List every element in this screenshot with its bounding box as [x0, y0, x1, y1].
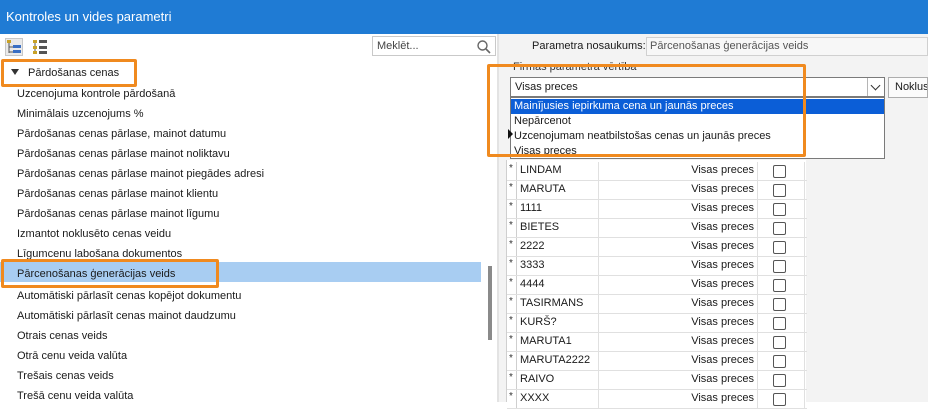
window-title: Kontroles un vides parametri: [0, 0, 928, 34]
row-selector[interactable]: *: [507, 333, 517, 351]
table-row[interactable]: * 2222 Visas preces: [507, 238, 807, 257]
tree-item[interactable]: Trešais cenas veids: [17, 366, 114, 386]
tree-item[interactable]: Trešā cenu veida valūta: [17, 386, 133, 406]
table-row[interactable]: * 3333 Visas preces: [507, 257, 807, 276]
tree-item[interactable]: Automātiski pārlasīt cenas kopējot dokum…: [17, 286, 241, 306]
row-checkbox[interactable]: [773, 260, 786, 273]
table-row[interactable]: * MARUTA1 Visas preces: [507, 333, 807, 352]
tree-expand-icon[interactable]: [5, 38, 23, 56]
table-row[interactable]: * MARUTA2222 Visas preces: [507, 352, 807, 371]
tree-item[interactable]: Otrā cenu veida valūta: [17, 346, 127, 366]
row-value: Visas preces: [691, 259, 754, 271]
tree-scrollbar-thumb[interactable]: [488, 266, 492, 340]
row-value: Visas preces: [691, 297, 754, 309]
row-name: MARUTA2222: [520, 354, 591, 366]
param-name-label: Parametra nosaukums:: [532, 40, 646, 52]
table-row[interactable]: * 1111 Visas preces: [507, 200, 807, 219]
row-selector[interactable]: *: [507, 314, 517, 332]
row-value: Visas preces: [691, 335, 754, 347]
row-name: BIETES: [520, 221, 560, 233]
row-value: Visas preces: [691, 202, 754, 214]
row-value: Visas preces: [691, 373, 754, 385]
tree-item[interactable]: Otrais cenas veids: [17, 326, 107, 346]
row-selector[interactable]: *: [507, 162, 517, 180]
row-checkbox[interactable]: [773, 222, 786, 235]
tree-item[interactable]: Pārdošanas cenas pārlase mainot klientu: [17, 184, 218, 204]
row-checkbox[interactable]: [773, 279, 786, 292]
row-selector[interactable]: *: [507, 276, 517, 294]
annotation-box-selected-item: [1, 259, 219, 288]
row-checkbox[interactable]: [773, 298, 786, 311]
row-checkbox[interactable]: [773, 241, 786, 254]
row-selector[interactable]: *: [507, 371, 517, 389]
row-value: Visas preces: [691, 183, 754, 195]
row-selector[interactable]: *: [507, 219, 517, 237]
company-values-grid: * LINDAM Visas preces * MARUTA Visas preces …: [506, 160, 807, 409]
tree-collapse-icon[interactable]: [31, 38, 49, 56]
row-selector[interactable]: *: [507, 238, 517, 256]
param-name-field: Pārcenošanas ģenerācijas veids: [646, 37, 928, 56]
tree-item[interactable]: Automātiski pārlasīt cenas mainot daudzu…: [17, 306, 236, 326]
row-selector[interactable]: *: [507, 352, 517, 370]
row-value: Visas preces: [691, 354, 754, 366]
tree-item[interactable]: Minimālais uzcenojums %: [17, 104, 144, 124]
tree-item[interactable]: Pārdošanas cenas pārlase mainot noliktav…: [17, 144, 230, 164]
table-row[interactable]: * RAIVO Visas preces: [507, 371, 807, 390]
search-input[interactable]: Meklēt...: [372, 36, 496, 56]
row-selector[interactable]: *: [507, 257, 517, 275]
table-row[interactable]: * XXXX Visas preces: [507, 390, 807, 409]
chevron-down-icon: [870, 80, 881, 91]
row-name: KURŠ?: [520, 316, 557, 328]
row-name: 1111: [520, 202, 543, 214]
row-checkbox[interactable]: [773, 336, 786, 349]
row-checkbox[interactable]: [773, 165, 786, 178]
table-row[interactable]: * LINDAM Visas preces: [507, 162, 807, 181]
table-row[interactable]: * BIETES Visas preces: [507, 219, 807, 238]
row-name: TASIRMANS: [520, 297, 584, 309]
tree-item[interactable]: Pārdošanas cenas pārlase, mainot datumu: [17, 124, 226, 144]
row-name: 4444: [520, 278, 545, 290]
row-name: LINDAM: [520, 164, 562, 176]
row-name: MARUTA1: [520, 335, 572, 347]
row-checkbox[interactable]: [773, 355, 786, 368]
row-value: Visas preces: [691, 240, 754, 252]
annotation-box-dropdown: [487, 64, 806, 157]
row-checkbox[interactable]: [773, 393, 786, 406]
tree-item[interactable]: Izmantot noklusēto cenas veidu: [17, 224, 171, 244]
row-name: 3333: [520, 259, 545, 271]
row-value: Visas preces: [691, 221, 754, 233]
row-selector[interactable]: *: [507, 181, 517, 199]
row-selector[interactable]: *: [507, 390, 517, 408]
search-icon[interactable]: [476, 39, 492, 55]
row-checkbox[interactable]: [773, 203, 786, 216]
table-row[interactable]: * TASIRMANS Visas preces: [507, 295, 807, 314]
row-value: Visas preces: [691, 316, 754, 328]
row-value: Visas preces: [691, 392, 754, 404]
row-value: Visas preces: [691, 164, 754, 176]
search-placeholder: Meklēt...: [377, 40, 419, 52]
row-checkbox[interactable]: [773, 317, 786, 330]
table-row[interactable]: * KURŠ? Visas preces: [507, 314, 807, 333]
tree-item[interactable]: Uzcenojuma kontrole pārdošanā: [17, 84, 175, 104]
tree-toolbar: Meklēt...: [0, 34, 498, 60]
row-selector[interactable]: *: [507, 295, 517, 313]
table-row[interactable]: * MARUTA Visas preces: [507, 181, 807, 200]
row-name: RAIVO: [520, 373, 555, 385]
row-name: MARUTA: [520, 183, 566, 195]
annotation-box-group: [1, 59, 137, 87]
row-checkbox[interactable]: [773, 374, 786, 387]
parameter-tree-pane: Meklēt... Pārdošanas cenas Uzcenojuma ko…: [0, 34, 498, 402]
row-name: 2222: [520, 240, 545, 252]
row-selector[interactable]: *: [507, 200, 517, 218]
combobox-dropdown-button[interactable]: [867, 78, 884, 96]
tree-item[interactable]: Pārdošanas cenas pārlase mainot piegādes…: [17, 164, 264, 184]
row-value: Visas preces: [691, 278, 754, 290]
tree-item[interactable]: Pārdošanas cenas pārlase mainot līgumu: [17, 204, 219, 224]
row-name: XXXX: [520, 392, 550, 404]
default-button[interactable]: Noklus: [888, 77, 928, 98]
table-row[interactable]: * 4444 Visas preces: [507, 276, 807, 295]
row-checkbox[interactable]: [773, 184, 786, 197]
